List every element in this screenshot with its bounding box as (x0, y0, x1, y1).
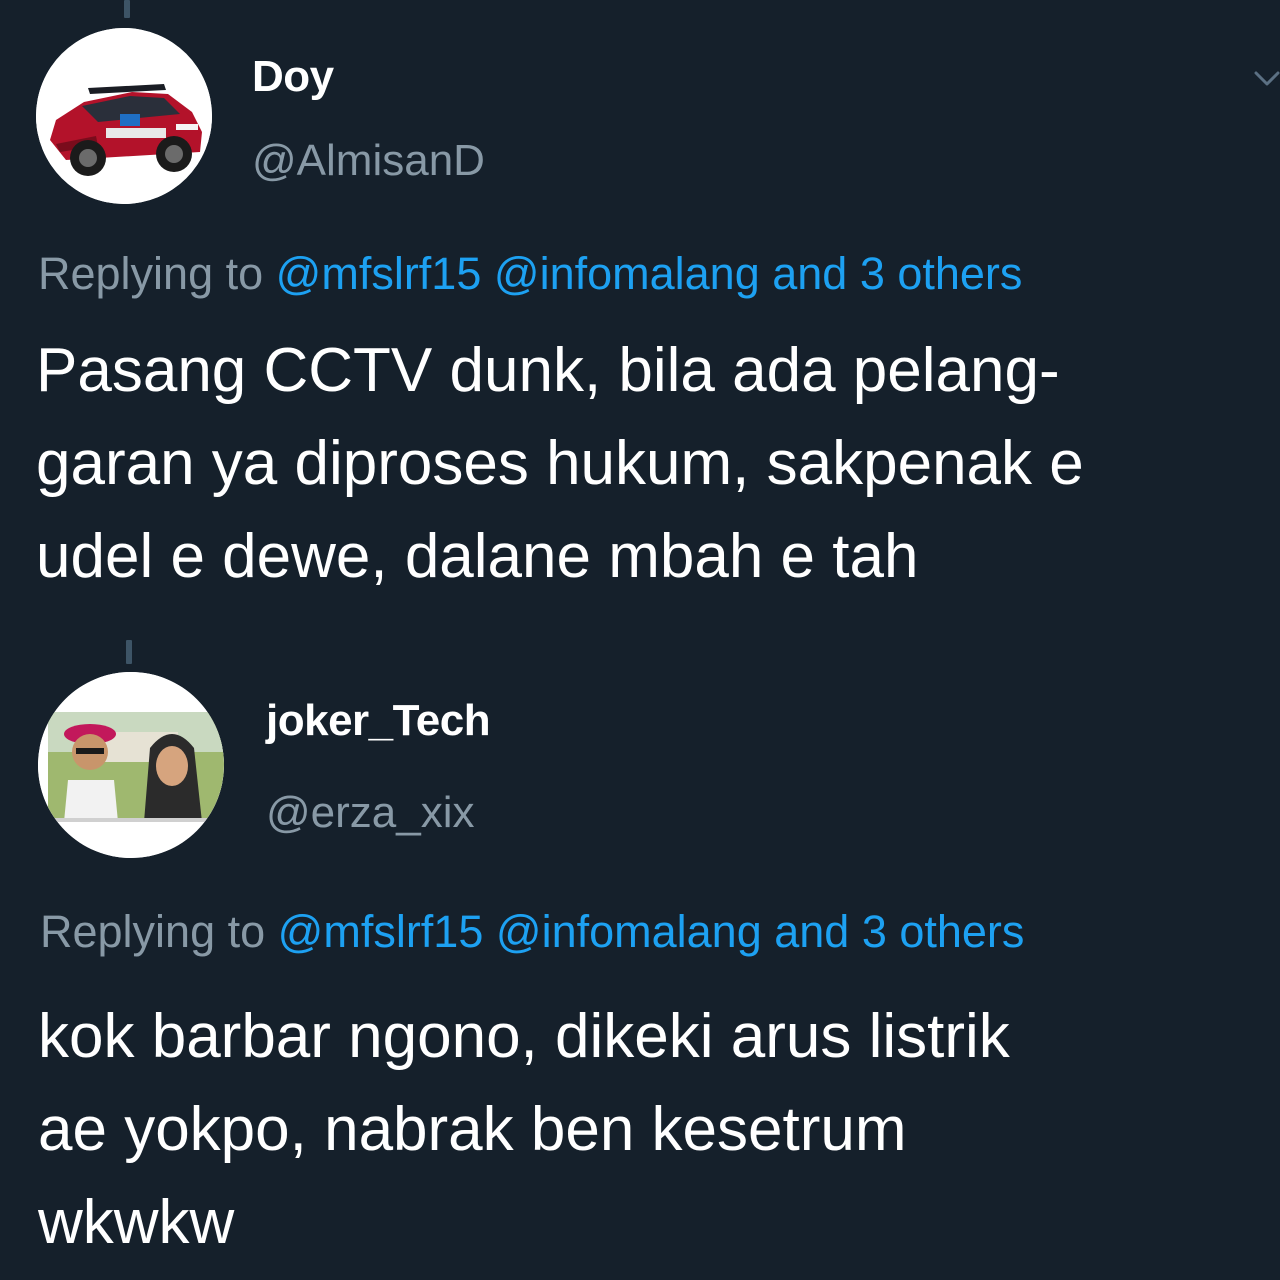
display-name[interactable]: Doy (252, 52, 334, 102)
mention-link[interactable]: @infomalang (494, 248, 760, 299)
rally-car-avatar-icon (36, 28, 212, 204)
tweet-text-line: wkwkw (38, 1188, 235, 1257)
tweet-text-line: udel e dewe, dalane mbah e tah (36, 522, 919, 591)
chevron-down-icon[interactable] (1252, 64, 1280, 94)
thread-line-top (124, 0, 130, 18)
avatar[interactable] (38, 672, 224, 858)
display-name[interactable]: joker_Tech (266, 696, 491, 746)
replying-to: Replying to @mfslrf15 @infomalang and 3 … (38, 248, 1022, 300)
thread-line (126, 640, 132, 664)
tweet-text-line: Pasang CCTV dunk, bila ada pelang- (36, 336, 1060, 405)
tweet-text-line: kok barbar ngono, dikeki arus listrik (38, 1002, 1010, 1071)
user-handle[interactable]: @erza_xix (266, 788, 475, 838)
others-link[interactable]: and 3 others (772, 248, 1022, 299)
tweet-text-line: garan ya diproses hukum, sakpenak e (36, 429, 1084, 498)
mention-link[interactable]: @mfslrf15 (276, 248, 482, 299)
avatar[interactable] (36, 28, 212, 204)
mention-link[interactable]: @infomalang (496, 906, 762, 957)
replying-to-label: Replying to (40, 906, 266, 957)
replying-to: Replying to @mfslrf15 @infomalang and 3 … (40, 906, 1024, 958)
others-link[interactable]: and 3 others (774, 906, 1024, 957)
replying-to-label: Replying to (38, 248, 264, 299)
tweet-text: Pasang CCTV dunk, bila ada pelang- garan… (36, 324, 1084, 603)
couple-photo-avatar-icon (38, 672, 224, 858)
mention-link[interactable]: @mfslrf15 (278, 906, 484, 957)
tweet-text-line: ae yokpo, nabrak ben kesetrum (38, 1095, 907, 1164)
tweet-text: kok barbar ngono, dikeki arus listrik ae… (38, 990, 1010, 1269)
user-handle[interactable]: @AlmisanD (252, 136, 485, 186)
